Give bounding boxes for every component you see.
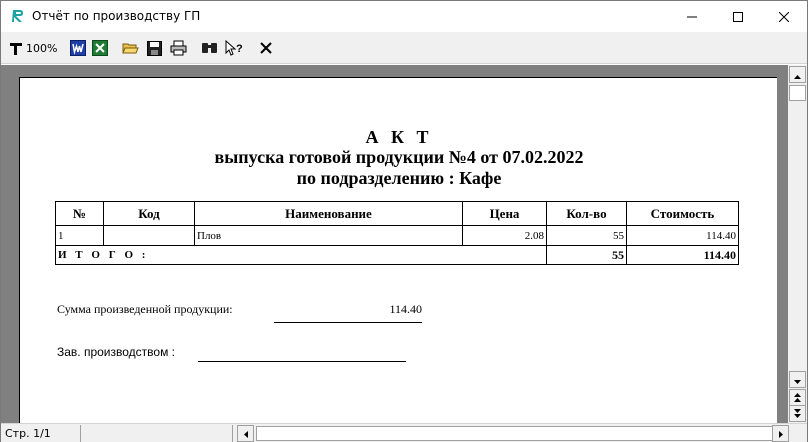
column-header: Наименование bbox=[194, 201, 463, 226]
close-icon bbox=[779, 11, 789, 22]
window-title: Отчёт по производству ГП bbox=[32, 9, 201, 23]
report-table: № Код Наименование Цена Кол-во Стоимость… bbox=[55, 201, 739, 265]
status-bar: Стр. 1/1 bbox=[1, 423, 807, 442]
report-preview-window: Отчёт по производству ГП 100% ? А К Т вы… bbox=[0, 0, 808, 442]
sum-label: Сумма произведенной продукции: bbox=[57, 302, 233, 316]
export-excel-button[interactable] bbox=[92, 39, 108, 57]
previous-page-button[interactable] bbox=[789, 389, 806, 406]
total-cost: 114.40 bbox=[626, 245, 739, 265]
scroll-down-button[interactable] bbox=[789, 371, 806, 388]
column-header: Код bbox=[103, 201, 195, 226]
cell-number: 1 bbox=[55, 225, 104, 246]
report-page: А К Т выпуска готовой продукции №4 от 07… bbox=[19, 77, 777, 423]
cell-code bbox=[103, 225, 195, 246]
page-indicator: Стр. 1/1 bbox=[1, 425, 81, 442]
arrow-left-icon bbox=[243, 427, 248, 441]
total-label: И Т О Г О : bbox=[55, 245, 547, 265]
minimize-button[interactable] bbox=[669, 1, 715, 32]
head-of-production-label: Зав. производством : bbox=[57, 345, 175, 359]
zoom-icon bbox=[9, 40, 23, 56]
title-bar[interactable]: Отчёт по производству ГП bbox=[1, 1, 807, 32]
zoom-level: 100% bbox=[26, 41, 58, 55]
word-icon bbox=[70, 40, 86, 56]
signature-line bbox=[198, 361, 406, 362]
scroll-up-button[interactable] bbox=[789, 66, 806, 83]
find-icon bbox=[201, 40, 218, 56]
close-preview-button[interactable] bbox=[259, 39, 273, 57]
save-button[interactable] bbox=[147, 39, 162, 57]
cell-price: 2.08 bbox=[462, 225, 547, 246]
scroll-thumb[interactable] bbox=[789, 85, 806, 101]
total-row: И Т О Г О : 55 114.40 bbox=[55, 245, 739, 265]
context-help-button[interactable]: ? bbox=[225, 39, 243, 57]
svg-text:?: ? bbox=[236, 43, 243, 55]
table-row: 1 Плов 2.08 55 114.40 bbox=[55, 225, 739, 246]
preview-area[interactable]: А К Т выпуска готовой продукции №4 от 07… bbox=[1, 65, 788, 423]
cell-qty: 55 bbox=[546, 225, 627, 246]
close-preview-icon bbox=[259, 41, 273, 55]
horizontal-scrollbar[interactable] bbox=[237, 425, 789, 442]
vertical-scrollbar[interactable] bbox=[788, 65, 807, 423]
column-header: Кол-во bbox=[546, 201, 627, 226]
total-qty: 55 bbox=[546, 245, 627, 265]
print-icon bbox=[170, 40, 187, 56]
arrow-right-icon bbox=[778, 427, 783, 441]
cell-cost: 114.40 bbox=[626, 225, 739, 246]
sum-underline bbox=[274, 322, 422, 323]
table-header-row: № Код Наименование Цена Кол-во Стоимость bbox=[55, 201, 739, 226]
open-folder-icon bbox=[122, 40, 139, 56]
report-subtitle: выпуска готовой продукции №4 от 07.02.20… bbox=[214, 147, 584, 167]
cell-name: Плов bbox=[194, 225, 463, 246]
page-up-icon bbox=[794, 391, 801, 405]
maximize-icon bbox=[733, 11, 743, 22]
report-title: А К Т bbox=[365, 127, 433, 147]
close-window-button[interactable] bbox=[761, 1, 807, 32]
export-word-button[interactable] bbox=[70, 39, 86, 57]
help-pointer-icon: ? bbox=[225, 40, 243, 56]
toolbar: 100% ? bbox=[1, 32, 807, 64]
save-icon bbox=[147, 40, 162, 56]
status-panel bbox=[83, 425, 233, 442]
horizontal-scroll-thumb[interactable] bbox=[256, 426, 776, 441]
column-header: Стоимость bbox=[626, 201, 739, 226]
scroll-left-button[interactable] bbox=[237, 425, 254, 442]
open-button[interactable] bbox=[122, 39, 139, 57]
arrow-down-icon bbox=[794, 373, 801, 387]
find-button[interactable] bbox=[201, 39, 218, 57]
column-header: Цена bbox=[462, 201, 547, 226]
next-page-button[interactable] bbox=[789, 405, 806, 422]
print-button[interactable] bbox=[170, 39, 187, 57]
app-icon bbox=[10, 8, 26, 24]
minimize-icon bbox=[687, 12, 697, 22]
report-department: по подразделению : Кафе bbox=[296, 168, 502, 188]
arrow-up-icon bbox=[794, 68, 801, 82]
page-down-icon bbox=[794, 407, 801, 421]
zoom-button[interactable]: 100% bbox=[9, 39, 57, 57]
column-header: № bbox=[55, 201, 104, 226]
excel-icon bbox=[92, 40, 108, 56]
scroll-right-button[interactable] bbox=[772, 425, 789, 442]
sum-value: 114.40 bbox=[389, 302, 422, 316]
maximize-button[interactable] bbox=[715, 1, 761, 32]
